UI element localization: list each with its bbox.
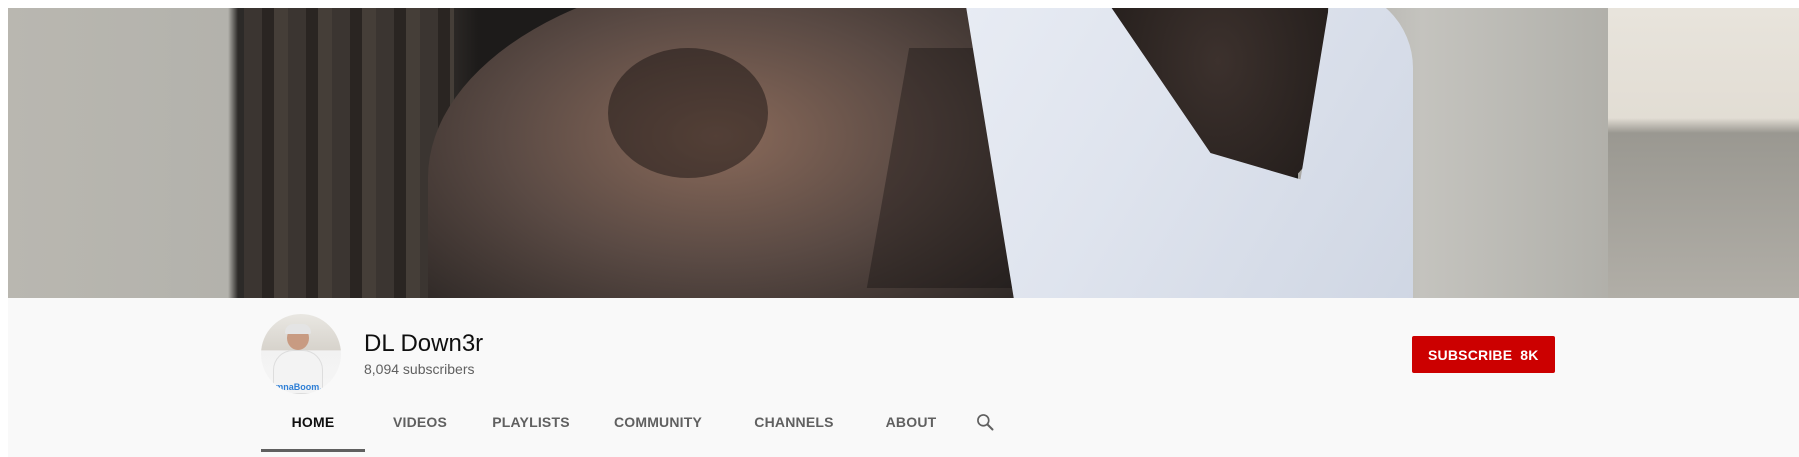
tab-label: HOME xyxy=(291,413,335,430)
tab-playlists[interactable]: PLAYLISTS xyxy=(475,394,587,449)
channel-banner xyxy=(8,8,1799,298)
tab-about[interactable]: ABOUT xyxy=(859,394,963,449)
channel-name: DL Down3r xyxy=(364,330,484,357)
tab-label: COMMUNITY xyxy=(613,413,703,430)
subscribe-label: SUBSCRIBE xyxy=(1428,346,1513,363)
tab-label: ABOUT xyxy=(885,413,937,430)
tab-search[interactable] xyxy=(963,394,1007,449)
tab-videos[interactable]: VIDEOS xyxy=(365,394,475,449)
channel-page: mnaBoom... DL Down3r 8,094 subscribers S… xyxy=(8,8,1799,457)
tab-label: VIDEOS xyxy=(392,413,448,430)
tab-home[interactable]: HOME xyxy=(261,394,365,452)
subscribe-count: 8K xyxy=(1520,346,1539,363)
channel-tabs: HOME VIDEOS PLAYLISTS COMMUNITY CHANNELS… xyxy=(261,394,1007,452)
tab-label: CHANNELS xyxy=(754,413,834,430)
channel-avatar[interactable]: mnaBoom... xyxy=(261,314,341,394)
tab-label: PLAYLISTS xyxy=(492,413,570,430)
avatar-text: mnaBoom... xyxy=(275,382,327,392)
banner-curtain xyxy=(244,8,454,298)
tab-community[interactable]: COMMUNITY xyxy=(587,394,729,449)
subscribe-button[interactable]: SUBSCRIBE 8K xyxy=(1412,336,1555,373)
channel-header: mnaBoom... DL Down3r 8,094 subscribers S… xyxy=(8,298,1799,457)
banner-tattoo-face xyxy=(608,48,768,178)
banner-street xyxy=(1608,8,1799,298)
tab-channels[interactable]: CHANNELS xyxy=(729,394,859,449)
search-icon[interactable] xyxy=(975,412,995,432)
avatar-figure-cap xyxy=(285,324,311,334)
subscriber-count: 8,094 subscribers xyxy=(364,361,475,377)
